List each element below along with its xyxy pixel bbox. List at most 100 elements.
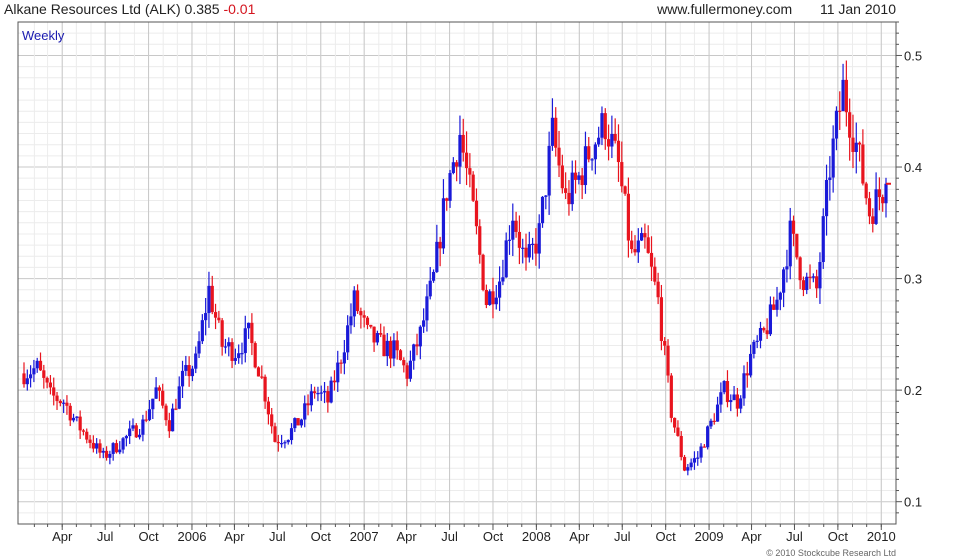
ohlc-bar (71, 413, 76, 423)
chart-grid (18, 21, 896, 524)
ohlc-bar (223, 338, 228, 354)
x-tick-label: Jul (614, 529, 631, 544)
ohlc-bar (441, 179, 446, 254)
ohlc-bar (35, 357, 39, 373)
ohlc-bar (369, 324, 373, 329)
ohlc-bar (289, 423, 294, 445)
ohlc-bar (494, 285, 498, 310)
ohlc-bar (824, 164, 829, 236)
ohlc-bar (25, 369, 29, 391)
x-tick-label: Oct (483, 529, 504, 544)
ohlc-bar (319, 385, 323, 401)
ohlc-bar (395, 331, 399, 360)
ohlc-bar (48, 375, 53, 395)
ohlc-bar (98, 439, 102, 459)
ohlc-bar (296, 418, 300, 426)
ohlc-bar (577, 171, 581, 185)
x-tick-label: Apr (52, 529, 73, 544)
ohlc-bar (656, 272, 660, 305)
ohlc-bar (669, 373, 673, 423)
ohlc-bar (768, 296, 773, 337)
ohlc-bar (696, 451, 700, 466)
ohlc-bar (124, 434, 128, 447)
ohlc-bar (811, 273, 815, 283)
ohlc-bar (316, 386, 320, 402)
ohlc-bar (207, 271, 211, 328)
ohlc-bar (128, 420, 132, 444)
ohlc-bar (118, 441, 122, 455)
ohlc-bar (197, 331, 201, 359)
ohlc-bar (732, 385, 736, 401)
ohlc-bar (382, 326, 386, 357)
ohlc-bar (772, 296, 776, 311)
ohlc-bar (673, 417, 677, 433)
ohlc-bar (418, 325, 422, 360)
ohlc-bar (141, 414, 145, 442)
ohlc-bar (111, 442, 115, 461)
ohlc-bar (877, 177, 881, 211)
y-tick-label: 0.3 (904, 272, 922, 287)
ohlc-bar (458, 115, 462, 185)
ohlc-bar (177, 376, 181, 410)
ohlc-bar (676, 420, 680, 437)
ohlc-bar (402, 357, 406, 373)
ohlc-bar (557, 130, 561, 178)
ohlc-bar (798, 256, 802, 290)
ohlc-bar (497, 266, 502, 311)
ohlc-bar (540, 196, 545, 228)
ohlc-bar (250, 313, 254, 356)
ohlc-bar (75, 416, 79, 422)
ohlc-bar (114, 439, 119, 454)
ohlc-bar (95, 438, 99, 454)
x-tick-label: 2009 (695, 529, 724, 544)
ohlc-bar (471, 171, 475, 203)
ohlc-bar (200, 314, 204, 345)
x-tick-label: Apr (741, 529, 762, 544)
ohlc-bar (29, 365, 33, 388)
ohlc-bar (425, 284, 429, 332)
ohlc-bar (815, 269, 819, 298)
x-tick-label: 2008 (522, 529, 551, 544)
copyright-note: © 2010 Stockcube Research Ltd (766, 548, 896, 558)
ohlc-bar (329, 376, 333, 404)
ohlc-bar (230, 338, 234, 369)
ohlc-bar (412, 343, 416, 370)
ohlc-bar (85, 428, 89, 444)
ohlc-bar (293, 417, 297, 433)
ohlc-bar (603, 108, 607, 150)
ohlc-bar (464, 131, 469, 186)
ohlc-bar (299, 418, 304, 428)
ohlc-bar (42, 364, 46, 389)
ohlc-bar (322, 381, 327, 404)
ohlc-bar (752, 339, 756, 359)
ohlc-bar (246, 322, 251, 339)
ohlc-bar (801, 276, 806, 297)
ohlc-bar (253, 341, 257, 369)
ohlc-bar (527, 231, 531, 263)
ohlc-bar (408, 350, 413, 382)
ohlc-bar (339, 359, 343, 374)
ohlc-bar (154, 377, 158, 399)
ohlc-bar (640, 227, 644, 242)
ohlc-bar (722, 380, 726, 395)
ohlc-bar (184, 355, 188, 376)
x-tick-label: Oct (138, 529, 159, 544)
ohlc-bar (547, 131, 551, 215)
ohlc-bar (524, 233, 528, 271)
ohlc-bar (263, 374, 267, 409)
ohlc-bar (712, 413, 716, 425)
ohlc-bar (121, 437, 125, 454)
ohlc-bar (867, 191, 872, 225)
ohlc-bar (620, 141, 624, 193)
ohlc-bar (256, 366, 261, 377)
ohlc-bar (686, 463, 690, 476)
x-tick-label: Oct (828, 529, 849, 544)
ohlc-bar (352, 286, 356, 328)
ohlc-bar (220, 318, 224, 356)
ohlc-bar (474, 188, 479, 235)
y-tick-label: 0.1 (904, 495, 922, 510)
ohlc-bar (719, 382, 723, 413)
ohlc-bar (194, 346, 198, 374)
ohlc-bar (828, 156, 832, 201)
ohlc-bar (151, 398, 155, 420)
